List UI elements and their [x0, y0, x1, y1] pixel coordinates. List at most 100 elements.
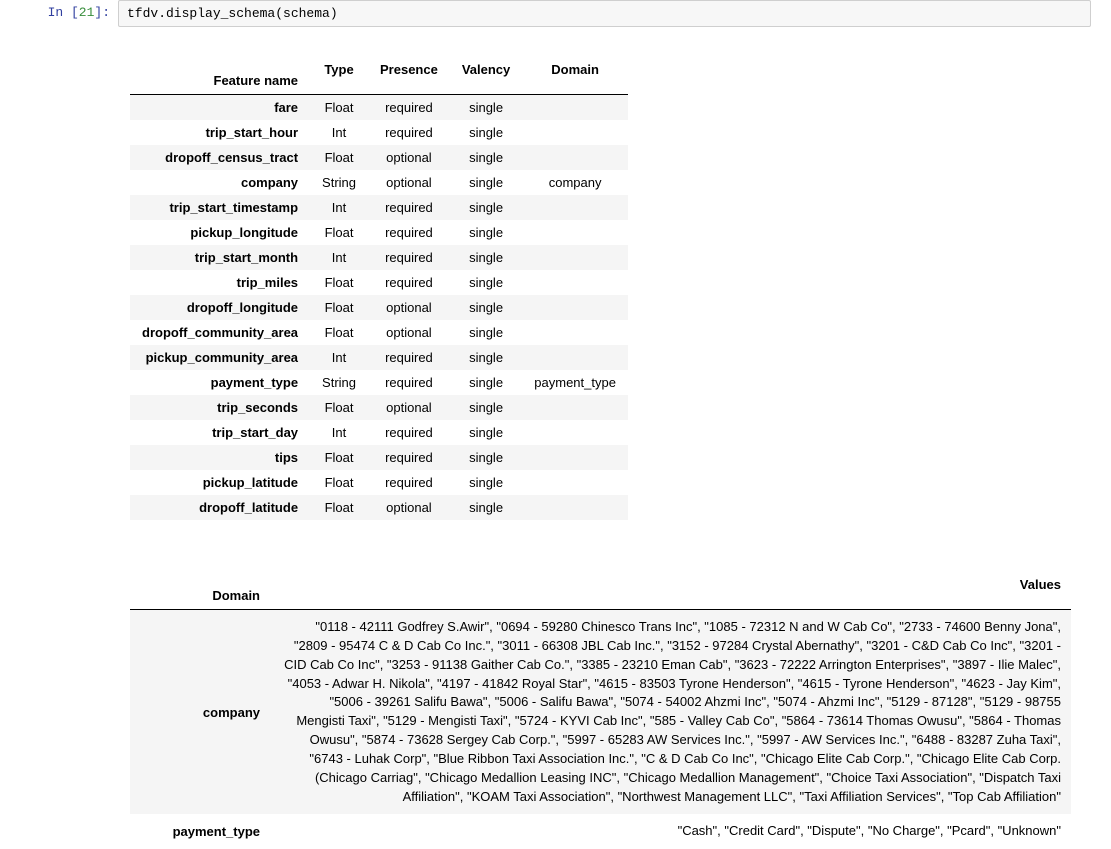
feature-domain — [522, 345, 628, 370]
feature-presence: required — [368, 370, 450, 395]
feature-name: trip_start_month — [130, 245, 310, 270]
feature-domain — [522, 220, 628, 245]
feature-valency: single — [450, 120, 522, 145]
table-row: dropoff_latitudeFloatoptionalsingle — [130, 495, 628, 520]
feature-presence: required — [368, 220, 450, 245]
feature-name: trip_start_hour — [130, 120, 310, 145]
feature-name: trip_seconds — [130, 395, 310, 420]
header-domain-name: Domain — [130, 560, 270, 610]
table-row: company"0118 - 42111 Godfrey S.Awir", "0… — [130, 610, 1071, 815]
feature-presence: required — [368, 95, 450, 121]
table-row: pickup_latitudeFloatrequiredsingle — [130, 470, 628, 495]
feature-domain — [522, 470, 628, 495]
table-row: payment_typeStringrequiredsinglepayment_… — [130, 370, 628, 395]
domain-values: "0118 - 42111 Godfrey S.Awir", "0694 - 5… — [270, 610, 1071, 815]
output-area: Feature name Type Presence Valency Domai… — [20, 45, 1091, 849]
feature-valency: single — [450, 445, 522, 470]
feature-domain — [522, 245, 628, 270]
feature-type: Float — [310, 295, 368, 320]
feature-type: String — [310, 170, 368, 195]
header-type: Type — [310, 45, 368, 95]
feature-valency: single — [450, 295, 522, 320]
feature-domain — [522, 270, 628, 295]
feature-presence: optional — [368, 295, 450, 320]
feature-presence: required — [368, 445, 450, 470]
notebook: In [21]: tfdv.display_schema(schema) Fea… — [0, 0, 1111, 849]
table-row: trip_start_hourIntrequiredsingle — [130, 120, 628, 145]
feature-type: Float — [310, 270, 368, 295]
feature-name: dropoff_census_tract — [130, 145, 310, 170]
feature-domain — [522, 445, 628, 470]
feature-valency: single — [450, 220, 522, 245]
table-row: trip_start_monthIntrequiredsingle — [130, 245, 628, 270]
schema-table: Feature name Type Presence Valency Domai… — [130, 45, 628, 520]
table-row: pickup_community_areaIntrequiredsingle — [130, 345, 628, 370]
feature-name: payment_type — [130, 370, 310, 395]
feature-name: trip_miles — [130, 270, 310, 295]
feature-type: Int — [310, 420, 368, 445]
prompt-in-label: In — [48, 5, 64, 20]
table-row: dropoff_census_tractFloatoptionalsingle — [130, 145, 628, 170]
feature-type: Float — [310, 95, 368, 121]
feature-domain: company — [522, 170, 628, 195]
feature-name: fare — [130, 95, 310, 121]
prompt-number: 21 — [79, 5, 95, 20]
feature-presence: optional — [368, 495, 450, 520]
table-row: trip_start_timestampIntrequiredsingle — [130, 195, 628, 220]
feature-presence: required — [368, 245, 450, 270]
table-row: fareFloatrequiredsingle — [130, 95, 628, 121]
table-row: trip_milesFloatrequiredsingle — [130, 270, 628, 295]
feature-type: Float — [310, 445, 368, 470]
feature-domain — [522, 95, 628, 121]
code-input[interactable]: tfdv.display_schema(schema) — [118, 0, 1091, 27]
feature-valency: single — [450, 495, 522, 520]
feature-presence: optional — [368, 170, 450, 195]
feature-domain — [522, 420, 628, 445]
feature-presence: required — [368, 470, 450, 495]
feature-valency: single — [450, 345, 522, 370]
header-presence: Presence — [368, 45, 450, 95]
table-row: dropoff_community_areaFloatoptionalsingl… — [130, 320, 628, 345]
feature-domain: payment_type — [522, 370, 628, 395]
feature-domain — [522, 295, 628, 320]
feature-name: company — [130, 170, 310, 195]
feature-presence: optional — [368, 145, 450, 170]
feature-name: dropoff_longitude — [130, 295, 310, 320]
feature-name: trip_start_timestamp — [130, 195, 310, 220]
header-valency: Valency — [450, 45, 522, 95]
table-row: trip_start_dayIntrequiredsingle — [130, 420, 628, 445]
feature-type: Int — [310, 195, 368, 220]
feature-valency: single — [450, 270, 522, 295]
feature-presence: required — [368, 120, 450, 145]
feature-valency: single — [450, 95, 522, 121]
feature-valency: single — [450, 395, 522, 420]
feature-type: Float — [310, 470, 368, 495]
feature-presence: required — [368, 195, 450, 220]
feature-name: trip_start_day — [130, 420, 310, 445]
feature-domain — [522, 145, 628, 170]
feature-presence: optional — [368, 320, 450, 345]
feature-type: Int — [310, 120, 368, 145]
feature-valency: single — [450, 420, 522, 445]
feature-type: Float — [310, 220, 368, 245]
header-values: Values — [270, 560, 1071, 610]
table-row: companyStringoptionalsinglecompany — [130, 170, 628, 195]
feature-valency: single — [450, 320, 522, 345]
feature-domain — [522, 395, 628, 420]
feature-valency: single — [450, 470, 522, 495]
table-row: pickup_longitudeFloatrequiredsingle — [130, 220, 628, 245]
feature-type: Float — [310, 495, 368, 520]
feature-type: Int — [310, 345, 368, 370]
table-row: payment_type"Cash", "Credit Card", "Disp… — [130, 814, 1071, 849]
feature-domain — [522, 320, 628, 345]
feature-type: Int — [310, 245, 368, 270]
feature-name: dropoff_latitude — [130, 495, 310, 520]
cell-prompt: In [21]: — [20, 0, 118, 27]
code-cell: In [21]: tfdv.display_schema(schema) — [20, 0, 1091, 27]
header-feature-name: Feature name — [130, 45, 310, 95]
feature-presence: required — [368, 345, 450, 370]
table-row: tipsFloatrequiredsingle — [130, 445, 628, 470]
feature-type: Float — [310, 145, 368, 170]
feature-presence: required — [368, 420, 450, 445]
feature-name: dropoff_community_area — [130, 320, 310, 345]
